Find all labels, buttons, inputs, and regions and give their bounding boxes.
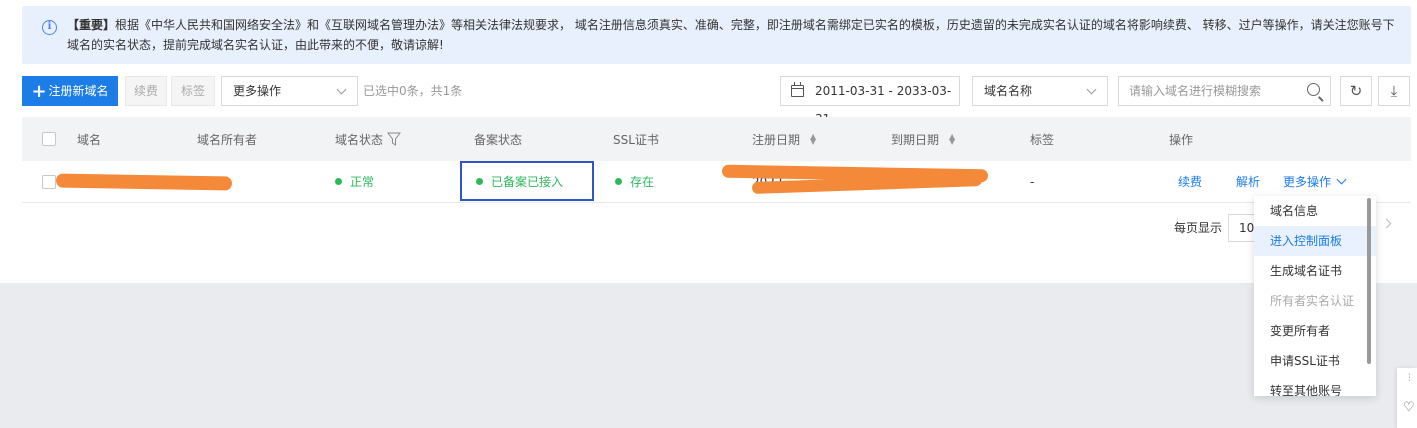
bulk-renew-button[interactable]: 续费 — [125, 76, 167, 106]
register-domain-label: 注册新域名 — [48, 84, 109, 98]
notice-important-label: 【重要】 — [67, 18, 116, 32]
redaction-mark — [55, 173, 233, 191]
register-domain-button[interactable]: + 注册新域名 — [22, 76, 118, 106]
row-status: 正常 — [335, 161, 374, 202]
menu-item-domain-info[interactable]: 域名信息 — [1254, 196, 1376, 226]
chevron-down-icon — [336, 84, 347, 95]
header-icp: 备案状态 — [474, 132, 523, 147]
refresh-button[interactable]: ↻ — [1340, 76, 1372, 106]
notice-banner: i 【重要】根据《中华人民共和国网络安全法》和《互联网域名管理办法》等相关法律法… — [22, 6, 1411, 64]
menu-item-owner-verification: 所有者实名认证 — [1270, 294, 1355, 308]
header-reg-date[interactable]: 注册日期 ▲ ▼ — [752, 117, 816, 161]
search-icon[interactable] — [1307, 83, 1320, 96]
search-box — [1118, 76, 1331, 106]
row-ssl: 存在 — [615, 161, 654, 202]
selection-count: 已选中0条，共1条 — [363, 84, 463, 98]
per-page-label: 每页显示 — [1174, 221, 1223, 235]
header-status: 域名状态 — [335, 117, 402, 161]
header-status-label: 域名状态 — [335, 132, 384, 147]
status-dot-icon — [476, 178, 483, 185]
bulk-tag-button[interactable]: 标签 — [171, 76, 215, 106]
menu-item-transfer-account[interactable]: 转至其他账号 — [1254, 376, 1376, 396]
chevron-down-icon — [1086, 84, 1097, 95]
download-icon: ⤓ — [1390, 82, 1398, 100]
row-more-operations-label: 更多操作 — [1283, 175, 1332, 189]
row-checkbox-cell — [42, 161, 56, 202]
drag-handle-icon[interactable]: ⋮⋮ — [1405, 374, 1417, 383]
notice-body: 根据《中华人民共和国网络安全法》和《互联网域名管理办法》等相关法律法规要求， 域… — [67, 18, 1395, 52]
status-dot-icon — [615, 178, 622, 185]
notice-text: 【重要】根据《中华人民共和国网络安全法》和《互联网域名管理办法》等相关法律法规要… — [67, 15, 1397, 55]
status-dot-icon — [335, 178, 342, 185]
menu-scrollbar[interactable] — [1367, 198, 1371, 364]
header-reg-date-label: 注册日期 — [752, 132, 801, 147]
filter-icon[interactable] — [387, 132, 402, 146]
heart-icon[interactable]: ♡ — [1403, 400, 1415, 415]
header-tags: 标签 — [1030, 132, 1055, 147]
menu-item-control-panel[interactable]: 进入控制面板 — [1254, 226, 1376, 256]
header-domain: 域名 — [77, 132, 102, 147]
sort-icon: ▲ ▼ — [810, 132, 817, 146]
page-background — [0, 283, 1417, 428]
calendar-icon — [791, 82, 804, 97]
side-float-widget[interactable]: ⋮⋮ ♡ — [1397, 368, 1417, 428]
header-exp-date[interactable]: 到期日期 ▲ ▼ — [891, 117, 955, 161]
next-page-chevron-icon[interactable] — [1381, 218, 1392, 229]
menu-item-apply-ssl[interactable]: 申请SSL证书 — [1254, 346, 1376, 376]
search-input[interactable] — [1119, 77, 1289, 105]
row-renew-link[interactable]: 续费 — [1178, 161, 1202, 202]
search-field-select[interactable]: 域名名称 — [972, 76, 1108, 106]
toolbar: + 注册新域名 续费 标签 更多操作 已选中0条，共1条 2011-03-31 -… — [22, 76, 1411, 126]
select-all-checkbox-cell — [42, 117, 56, 161]
search-field-value: 域名名称 — [984, 84, 1033, 98]
header-exp-date-label: 到期日期 — [891, 132, 940, 147]
header-actions: 操作 — [1169, 132, 1194, 147]
menu-item-change-owner[interactable]: 变更所有者 — [1254, 316, 1376, 346]
row-status-text: 正常 — [350, 175, 375, 189]
header-ssl: SSL证书 — [613, 132, 659, 147]
plus-icon: + — [31, 81, 47, 102]
chevron-down-icon — [1336, 174, 1347, 185]
sort-icon: ▲ ▼ — [949, 132, 956, 146]
row-icp-text: 已备案已接入 — [491, 175, 564, 189]
header-owner: 域名所有者 — [197, 132, 258, 147]
table-header: 域名 域名所有者 域名状态 备案状态 SSL证书 注册日期 ▲ ▼ 到期日期 ▲ ▼… — [22, 117, 1411, 161]
more-operations-value: 更多操作 — [233, 84, 282, 98]
download-button[interactable]: ⤓ — [1378, 76, 1410, 106]
info-icon: i — [42, 20, 57, 35]
row-checkbox[interactable] — [42, 174, 56, 189]
row-tags: - — [1030, 174, 1035, 189]
row-icp: 已备案已接入 — [476, 161, 563, 202]
table-row: 正常 已备案已接入 存在 2022- - 续费 解析 更多操作 — [22, 161, 1411, 203]
menu-item-generate-certificate[interactable]: 生成域名证书 — [1254, 256, 1376, 286]
more-operations-menu: 域名信息 进入控制面板 生成域名证书 所有者实名认证 变更所有者 申请SSL证书… — [1254, 196, 1376, 396]
select-all-checkbox[interactable] — [42, 132, 56, 146]
date-range-picker[interactable]: 2011-03-31 - 2033-03-31 — [780, 76, 960, 126]
row-ssl-text: 存在 — [630, 175, 655, 189]
refresh-icon: ↻ — [1349, 82, 1363, 100]
more-operations-select[interactable]: 更多操作 — [221, 76, 358, 106]
